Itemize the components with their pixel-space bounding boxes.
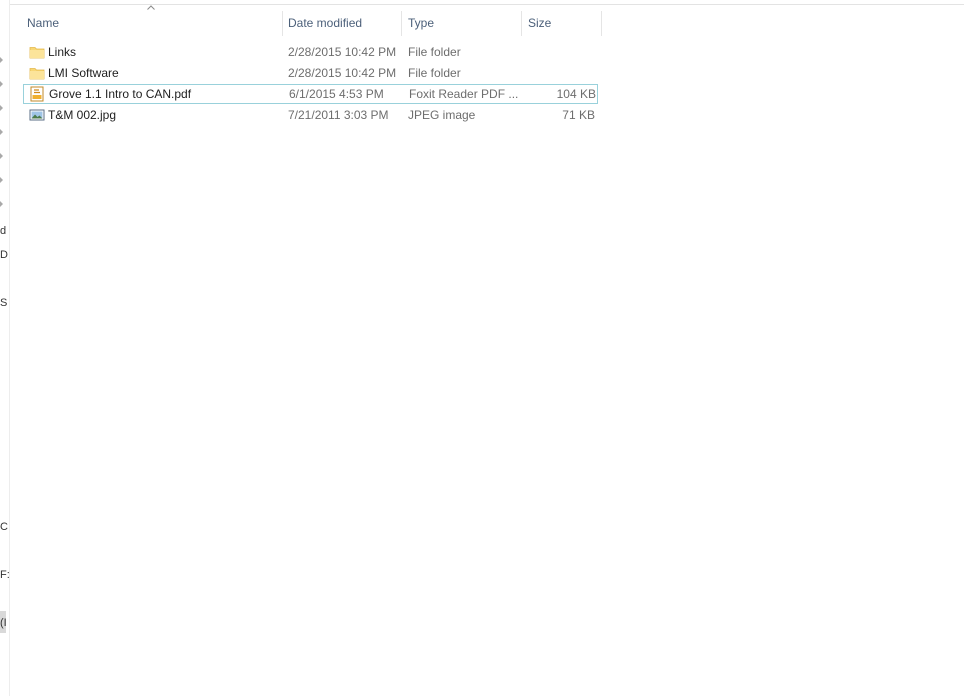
file-name: T&M 002.jpg: [48, 108, 117, 122]
nav-item-fragment[interactable]: C: [0, 521, 8, 533]
file-size: [528, 63, 595, 83]
nav-item-fragment[interactable]: S: [0, 297, 7, 309]
file-name: Links: [48, 45, 77, 59]
nav-item-fragment[interactable]: F:: [0, 569, 9, 581]
file-date-modified: 2/28/2015 10:42 PM: [288, 45, 397, 59]
expand-arrow-icon[interactable]: [0, 57, 3, 63]
expand-arrow-icon[interactable]: [0, 129, 3, 135]
column-header-date-modified[interactable]: Date modified: [282, 11, 402, 36]
file-row[interactable]: LMI Software 2/28/2015 10:42 PM File fol…: [23, 63, 598, 83]
file-type: Foxit Reader PDF ...: [409, 87, 519, 101]
file-size: 104 KB: [556, 87, 596, 101]
file-name: Grove 1.1 Intro to CAN.pdf: [49, 87, 192, 101]
navigation-pane[interactable]: d D S C F: (I: [0, 0, 10, 696]
file-name: LMI Software: [48, 66, 119, 80]
sort-ascending-icon: [147, 5, 155, 10]
file-date-modified: 7/21/2011 3:03 PM: [288, 108, 389, 122]
expand-arrow-icon[interactable]: [0, 81, 3, 87]
expand-arrow-icon[interactable]: [0, 105, 3, 111]
image-file-icon: [29, 109, 45, 121]
file-date-modified: 6/1/2015 4:53 PM: [289, 87, 384, 101]
file-type: File folder: [408, 45, 461, 59]
file-type: File folder: [408, 66, 461, 80]
file-row[interactable]: Links 2/28/2015 10:42 PM File folder: [23, 42, 598, 62]
file-row[interactable]: T&M 002.jpg 7/21/2011 3:03 PM JPEG image…: [23, 105, 598, 125]
expand-arrow-icon[interactable]: [0, 177, 3, 183]
file-size: [528, 42, 595, 62]
nav-item-fragment[interactable]: D: [0, 249, 8, 261]
file-date-modified: 2/28/2015 10:42 PM: [288, 66, 397, 80]
expand-arrow-icon[interactable]: [0, 153, 3, 159]
column-header-size[interactable]: Size: [522, 11, 602, 36]
expand-arrow-icon[interactable]: [0, 201, 3, 207]
file-row-focused[interactable]: Grove 1.1 Intro to CAN.pdf 6/1/2015 4:53…: [23, 84, 598, 104]
folder-icon: [29, 47, 45, 59]
file-size: 71 KB: [562, 108, 595, 122]
folder-icon: [29, 68, 45, 80]
column-header-name[interactable]: Name: [21, 11, 283, 36]
pdf-file-icon: [30, 86, 44, 102]
nav-item-fragment[interactable]: d: [0, 225, 6, 237]
file-type: JPEG image: [408, 108, 476, 122]
nav-item-fragment[interactable]: (I: [0, 617, 7, 629]
column-header-bar: Name Date modified Type Size: [21, 5, 602, 36]
column-header-type[interactable]: Type: [402, 11, 522, 36]
